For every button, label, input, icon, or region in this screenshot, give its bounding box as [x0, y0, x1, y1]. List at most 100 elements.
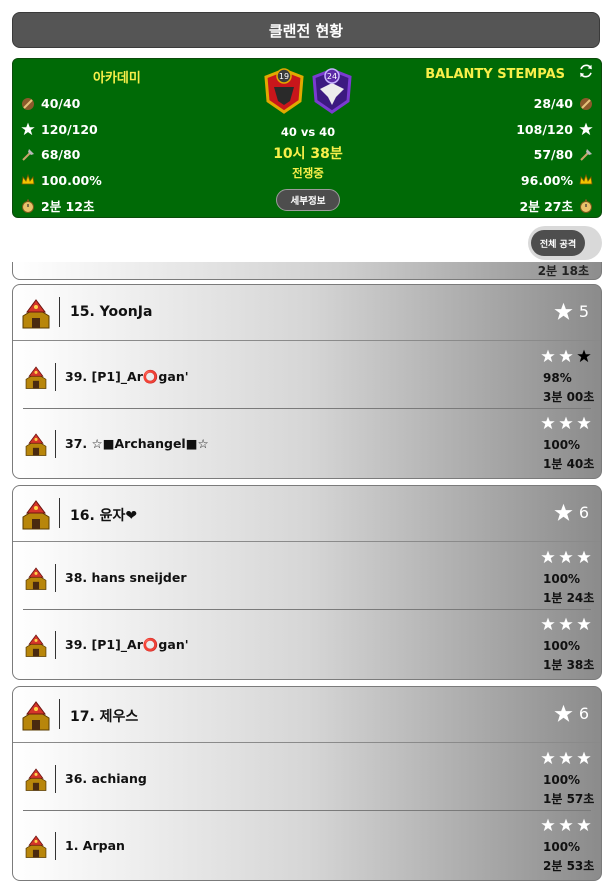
- player-card-header: 16. 윤자❤ 6: [13, 486, 601, 542]
- clan-left-percent: 100.00%: [41, 172, 102, 188]
- attack-row[interactable]: 1. Arpan 100% 2분 53초: [13, 810, 601, 877]
- attack-stars: [541, 416, 591, 430]
- attack-row[interactable]: 39. [P1]_Ar⭕gan' 98% 3분 00초: [13, 341, 601, 408]
- town-hall-icon: [25, 567, 47, 590]
- attack-row[interactable]: 37. ☆■Archangel■☆ 100% 1분 40초: [13, 408, 601, 475]
- clan-badges: 19 24: [253, 67, 363, 117]
- clan-left-destruction: 68/80: [41, 147, 81, 163]
- player-total-stars: 6: [554, 704, 589, 723]
- player-star-count: 5: [578, 302, 589, 321]
- attack-stars: [541, 751, 591, 765]
- star-earned-icon: [559, 550, 573, 564]
- player-card[interactable]: 16. 윤자❤ 6 38. hans sneijder 100% 1분 24초 39. […: [12, 485, 602, 680]
- stat-attacks: 28/40: [516, 91, 593, 117]
- attack-stars: [541, 550, 591, 564]
- attack-percent: 100%: [543, 773, 581, 787]
- stat-percent: 96.00%: [516, 168, 593, 194]
- stat-stars: 120/120: [21, 117, 102, 143]
- attack-divider: [23, 408, 591, 409]
- clan-right-attacks: 28/40: [533, 96, 573, 112]
- attack-percent: 100%: [543, 572, 581, 586]
- player-name: 15. YoonJa: [70, 304, 153, 320]
- divider: [55, 564, 56, 592]
- attack-divider: [23, 609, 591, 610]
- attack-list[interactable]: 2분 18초 15. YoonJa 5 39. [P1]_Ar⭕gan' 98% 3분 …: [0, 262, 609, 886]
- star-icon: [554, 302, 573, 320]
- town-hall-icon: [25, 634, 47, 657]
- attack-divider: [23, 810, 591, 811]
- player-star-count: 6: [578, 503, 589, 522]
- player-card[interactable]: 15. YoonJa 5 39. [P1]_Ar⭕gan' 98% 3분 00초 37. …: [12, 284, 602, 479]
- attack-target: 39. [P1]_Ar⭕gan': [65, 369, 189, 384]
- star-earned-icon: [541, 617, 555, 631]
- star-earned-icon: [577, 416, 591, 430]
- player-card-header: 17. 제우스 6: [13, 687, 601, 743]
- town-hall-icon: [25, 835, 47, 858]
- sword-icon: [580, 97, 592, 110]
- stopwatch-icon: [22, 199, 34, 213]
- player-card-header: 15. YoonJa 5: [13, 285, 601, 341]
- star-earned-icon: [559, 751, 573, 765]
- war-timer: 10시 38분: [273, 146, 343, 162]
- divider: [55, 631, 56, 659]
- star-earned-icon: [559, 818, 573, 832]
- clan-left-badge-icon: 19: [264, 68, 304, 114]
- player-card[interactable]: 17. 제우스 6 36. achiang 100% 1분 57초 1. Arpan 100…: [12, 686, 602, 881]
- star-earned-icon: [559, 617, 573, 631]
- attack-target: 39. [P1]_Ar⭕gan': [65, 637, 189, 652]
- town-hall-icon: [25, 433, 47, 456]
- star-earned-icon: [541, 416, 555, 430]
- divider: [55, 832, 56, 860]
- attack-percent: 100%: [543, 639, 581, 653]
- attack-target: 1. Arpan: [65, 838, 125, 853]
- star-missed-icon: [577, 349, 591, 363]
- player-name: 17. 제우스: [70, 709, 139, 725]
- player-star-count: 6: [578, 704, 589, 723]
- divider: [59, 498, 60, 528]
- stopwatch-icon: [580, 199, 592, 213]
- clan-right-time: 2분 27초: [519, 199, 573, 215]
- attack-time: 1분 40초: [543, 457, 595, 471]
- star-icon: [579, 122, 593, 136]
- star-icon: [21, 122, 35, 136]
- stat-destruction: 57/80: [516, 142, 593, 168]
- star-earned-icon: [559, 416, 573, 430]
- attack-time: 2분 53초: [543, 859, 595, 873]
- attack-time: 3분 00초: [543, 390, 595, 404]
- divider: [59, 297, 60, 327]
- page-title-text: 클랜전 현황: [268, 21, 344, 40]
- stat-attacks: 40/40: [21, 91, 102, 117]
- attack-row[interactable]: 39. [P1]_Ar⭕gan' 100% 1분 38초: [13, 609, 601, 676]
- page-title: 클랜전 현황: [12, 12, 600, 48]
- clan-left-stats: 40/40 120/120 68/80 100.00% 2분 12초: [21, 91, 102, 219]
- stat-time: 2분 27초: [516, 193, 593, 219]
- star-icon: [554, 704, 573, 722]
- previous-card: 2분 18초: [12, 262, 602, 280]
- star-earned-icon: [541, 818, 555, 832]
- star-earned-icon: [577, 818, 591, 832]
- divider: [55, 430, 56, 458]
- attack-row[interactable]: 36. achiang 100% 1분 57초: [13, 743, 601, 810]
- all-attacks-toggle-knob[interactable]: 전체 공격: [531, 230, 585, 256]
- axe-icon: [580, 148, 592, 161]
- attack-row[interactable]: 38. hans sneijder 100% 1분 24초: [13, 542, 601, 609]
- attack-percent: 98%: [543, 371, 572, 385]
- attack-time: 1분 57초: [543, 792, 595, 806]
- player-name: 16. 윤자❤: [70, 508, 138, 524]
- details-button[interactable]: 세부정보: [276, 189, 340, 211]
- attack-percent: 100%: [543, 840, 581, 854]
- town-hall-icon: [22, 500, 50, 530]
- town-hall-icon: [22, 299, 50, 329]
- attack-stars: [541, 818, 591, 832]
- all-attacks-toggle[interactable]: 전체 공격: [528, 226, 602, 260]
- divider: [55, 765, 56, 793]
- star-earned-icon: [577, 550, 591, 564]
- war-size: 40 vs 40: [280, 125, 336, 139]
- attack-percent: 100%: [543, 438, 581, 452]
- crown-icon: [579, 173, 593, 185]
- town-hall-icon: [22, 701, 50, 731]
- town-hall-icon: [25, 768, 47, 791]
- star-earned-icon: [541, 349, 555, 363]
- star-earned-icon: [541, 751, 555, 765]
- refresh-icon[interactable]: [577, 62, 595, 80]
